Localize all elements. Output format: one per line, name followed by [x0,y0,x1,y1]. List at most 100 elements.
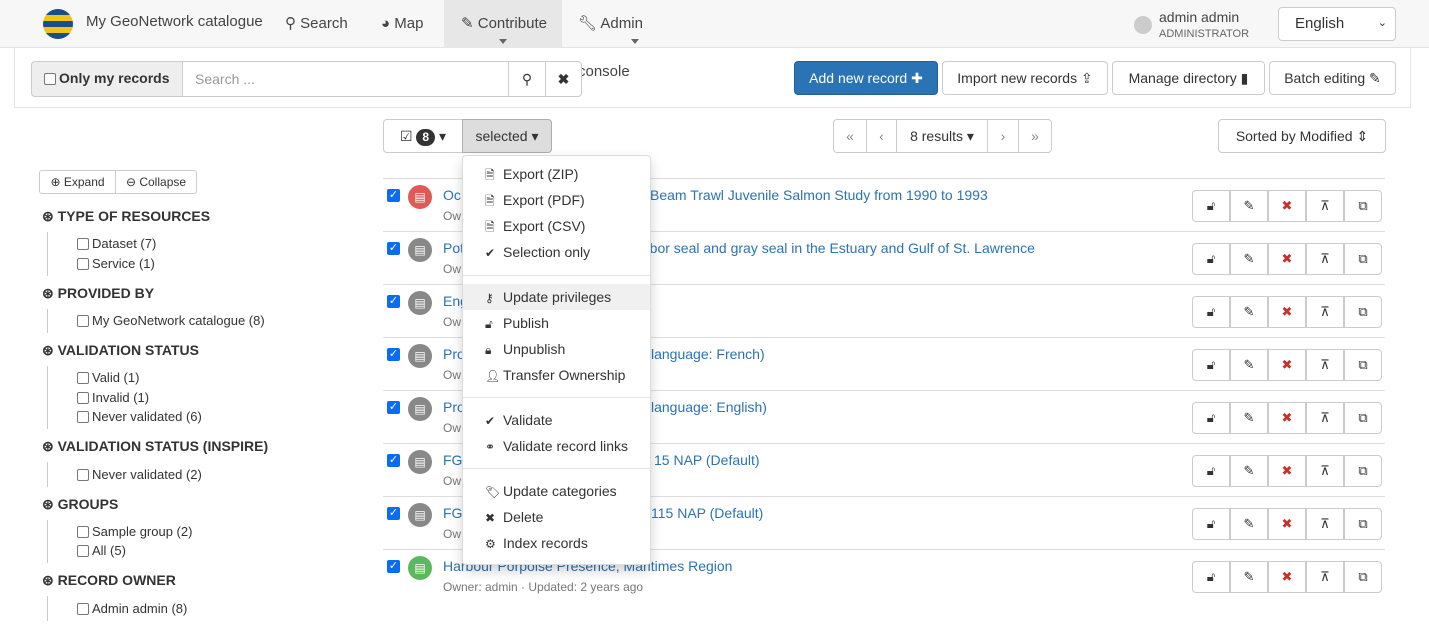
sitemap-button[interactable]: ⊼ [1306,561,1344,593]
record-checkbox[interactable]: ✓ [387,189,400,202]
menu-item-delete[interactable]: ✖ Delete [463,504,650,530]
menu-item-selection-only[interactable]: ✔ Selection only [463,239,650,265]
record-checkbox[interactable]: ✓ [387,454,400,467]
record-checkbox[interactable]: ✓ [387,401,400,414]
facet-item[interactable]: Admin admin (8) [77,601,187,616]
facet-checkbox[interactable] [77,603,89,615]
nav-search[interactable]: ⚲ Search [285,0,348,48]
facet-item[interactable]: Service (1) [77,256,155,271]
unlock-button[interactable]: 🔓︎ [1192,402,1230,434]
pencil-button[interactable]: ✎ [1230,296,1268,328]
delete-button[interactable]: ✖ [1268,243,1306,275]
pencil-button[interactable]: ✎ [1230,561,1268,593]
record-title-link[interactable]: Oc [443,187,461,203]
menu-item-update-privileges[interactable]: ⚷ Update privileges [463,284,650,310]
geonetwork-logo[interactable] [43,9,73,39]
expand-facets-button[interactable]: ⊕ Expand [39,170,116,194]
pencil-button[interactable]: ✎ [1230,190,1268,222]
facet-checkbox[interactable] [77,315,89,327]
delete-button[interactable]: ✖ [1268,455,1306,487]
pencil-button[interactable]: ✎ [1230,455,1268,487]
menu-item-validate[interactable]: ✔ Validate [463,407,650,433]
record-title-link-rest[interactable]: Beam Trawl Juvenile Salmon Study from 19… [650,187,988,203]
copy-button[interactable]: ⧉ [1344,243,1382,275]
menu-item-publish[interactable]: 🔓︎ Publish [463,310,650,336]
only-my-records-checkbox[interactable] [44,73,56,85]
facet-checkbox[interactable] [77,258,89,270]
record-title-link[interactable]: FG [443,505,462,521]
delete-button[interactable]: ✖ [1268,402,1306,434]
language-select[interactable]: English ⌄ [1278,7,1396,41]
brand-title[interactable]: My GeoNetwork catalogue [86,0,263,46]
manage-directory-button[interactable]: Manage directory ▮ [1112,61,1265,95]
sitemap-button[interactable]: ⊼ [1306,508,1344,540]
menu-item-validate-record-links[interactable]: ⚭ Validate record links [463,433,650,459]
delete-button[interactable]: ✖ [1268,190,1306,222]
menu-item-unpublish[interactable]: 🔒︎ Unpublish [463,336,650,362]
copy-button[interactable]: ⧉ [1344,296,1382,328]
unlock-button[interactable]: 🔓︎ [1192,508,1230,540]
clear-search-button[interactable]: ✖ [545,61,582,97]
facet-heading[interactable]: ⊛ Groups [42,496,118,513]
sitemap-button[interactable]: ⊼ [1306,349,1344,381]
facet-heading[interactable]: ⊛ Validation status [42,342,199,359]
menu-item-update-categories[interactable]: 🏷︎ Update categories [463,478,650,504]
batch-editing-button[interactable]: Batch editing ✎ [1269,61,1396,95]
facet-item[interactable]: Dataset (7) [77,236,156,251]
copy-button[interactable]: ⧉ [1344,349,1382,381]
search-input[interactable]: Search ... [182,61,509,97]
selected-actions-dropdown[interactable]: selected ▾ [462,119,552,153]
results-count-dropdown[interactable]: 8 results ▾ [896,119,988,153]
copy-button[interactable]: ⧉ [1344,190,1382,222]
facet-item[interactable]: Never validated (6) [77,409,202,424]
last-page-button[interactable]: » [1018,119,1052,153]
facet-item[interactable]: My GeoNetwork catalogue (8) [77,313,265,328]
record-title-link[interactable]: FG [443,452,462,468]
nav-map[interactable]: ◕ Map [381,0,423,48]
copy-button[interactable]: ⧉ [1344,402,1382,434]
menu-item-export-zip[interactable]: 🗎 Export (ZIP) [463,161,650,187]
facet-heading[interactable]: ⊛ Validation status (INSPIRE) [42,438,268,455]
prev-page-button[interactable]: ‹ [866,119,897,153]
menu-item-index-records[interactable]: ⚙ Index records [463,530,650,556]
sitemap-button[interactable]: ⊼ [1306,402,1344,434]
facet-checkbox[interactable] [77,411,89,423]
nav-admin-console[interactable]: 🔧︎ Admin console [578,0,692,80]
user-name[interactable]: admin admin [1159,9,1239,25]
facet-heading[interactable]: ⊛ Type of resources [42,208,210,225]
facet-checkbox[interactable] [77,238,89,250]
unlock-button[interactable]: 🔓︎ [1192,243,1230,275]
record-title-link-rest[interactable]: 115 NAP (Default) [651,505,763,521]
record-checkbox[interactable]: ✓ [387,507,400,520]
sitemap-button[interactable]: ⊼ [1306,455,1344,487]
pencil-button[interactable]: ✎ [1230,402,1268,434]
copy-button[interactable]: ⧉ [1344,561,1382,593]
facet-checkbox[interactable] [77,545,89,557]
record-title-link-rest[interactable]: language: French) [651,346,765,362]
facet-checkbox[interactable] [77,469,89,481]
record-title-link[interactable]: Pot [443,240,464,256]
pencil-button[interactable]: ✎ [1230,243,1268,275]
record-title-link-rest[interactable]: language: English) [651,399,767,415]
facet-checkbox[interactable] [77,526,89,538]
sitemap-button[interactable]: ⊼ [1306,296,1344,328]
facet-item[interactable]: Valid (1) [77,370,139,385]
sitemap-button[interactable]: ⊼ [1306,243,1344,275]
menu-item-export-csv[interactable]: 🗎 Export (CSV) [463,213,650,239]
unlock-button[interactable]: 🔓︎ [1192,296,1230,328]
menu-item-transfer-ownership[interactable]: 👤︎ Transfer Ownership [463,362,650,388]
menu-item-export-pdf[interactable]: 🗎 Export (PDF) [463,187,650,213]
unlock-button[interactable]: 🔓︎ [1192,349,1230,381]
pencil-button[interactable]: ✎ [1230,349,1268,381]
facet-item[interactable]: Invalid (1) [77,390,149,405]
select-all-dropdown[interactable]: ☑ 8 ▾ [383,119,463,153]
nav-contribute[interactable]: ✎ Contribute [444,0,562,48]
facet-heading[interactable]: ⊛ Provided by [42,285,154,302]
delete-button[interactable]: ✖ [1268,508,1306,540]
unlock-button[interactable]: 🔓︎ [1192,561,1230,593]
next-page-button[interactable]: › [987,119,1019,153]
record-checkbox[interactable]: ✓ [387,295,400,308]
pencil-button[interactable]: ✎ [1230,508,1268,540]
search-button[interactable]: ⚲ [508,61,546,97]
copy-button[interactable]: ⧉ [1344,508,1382,540]
